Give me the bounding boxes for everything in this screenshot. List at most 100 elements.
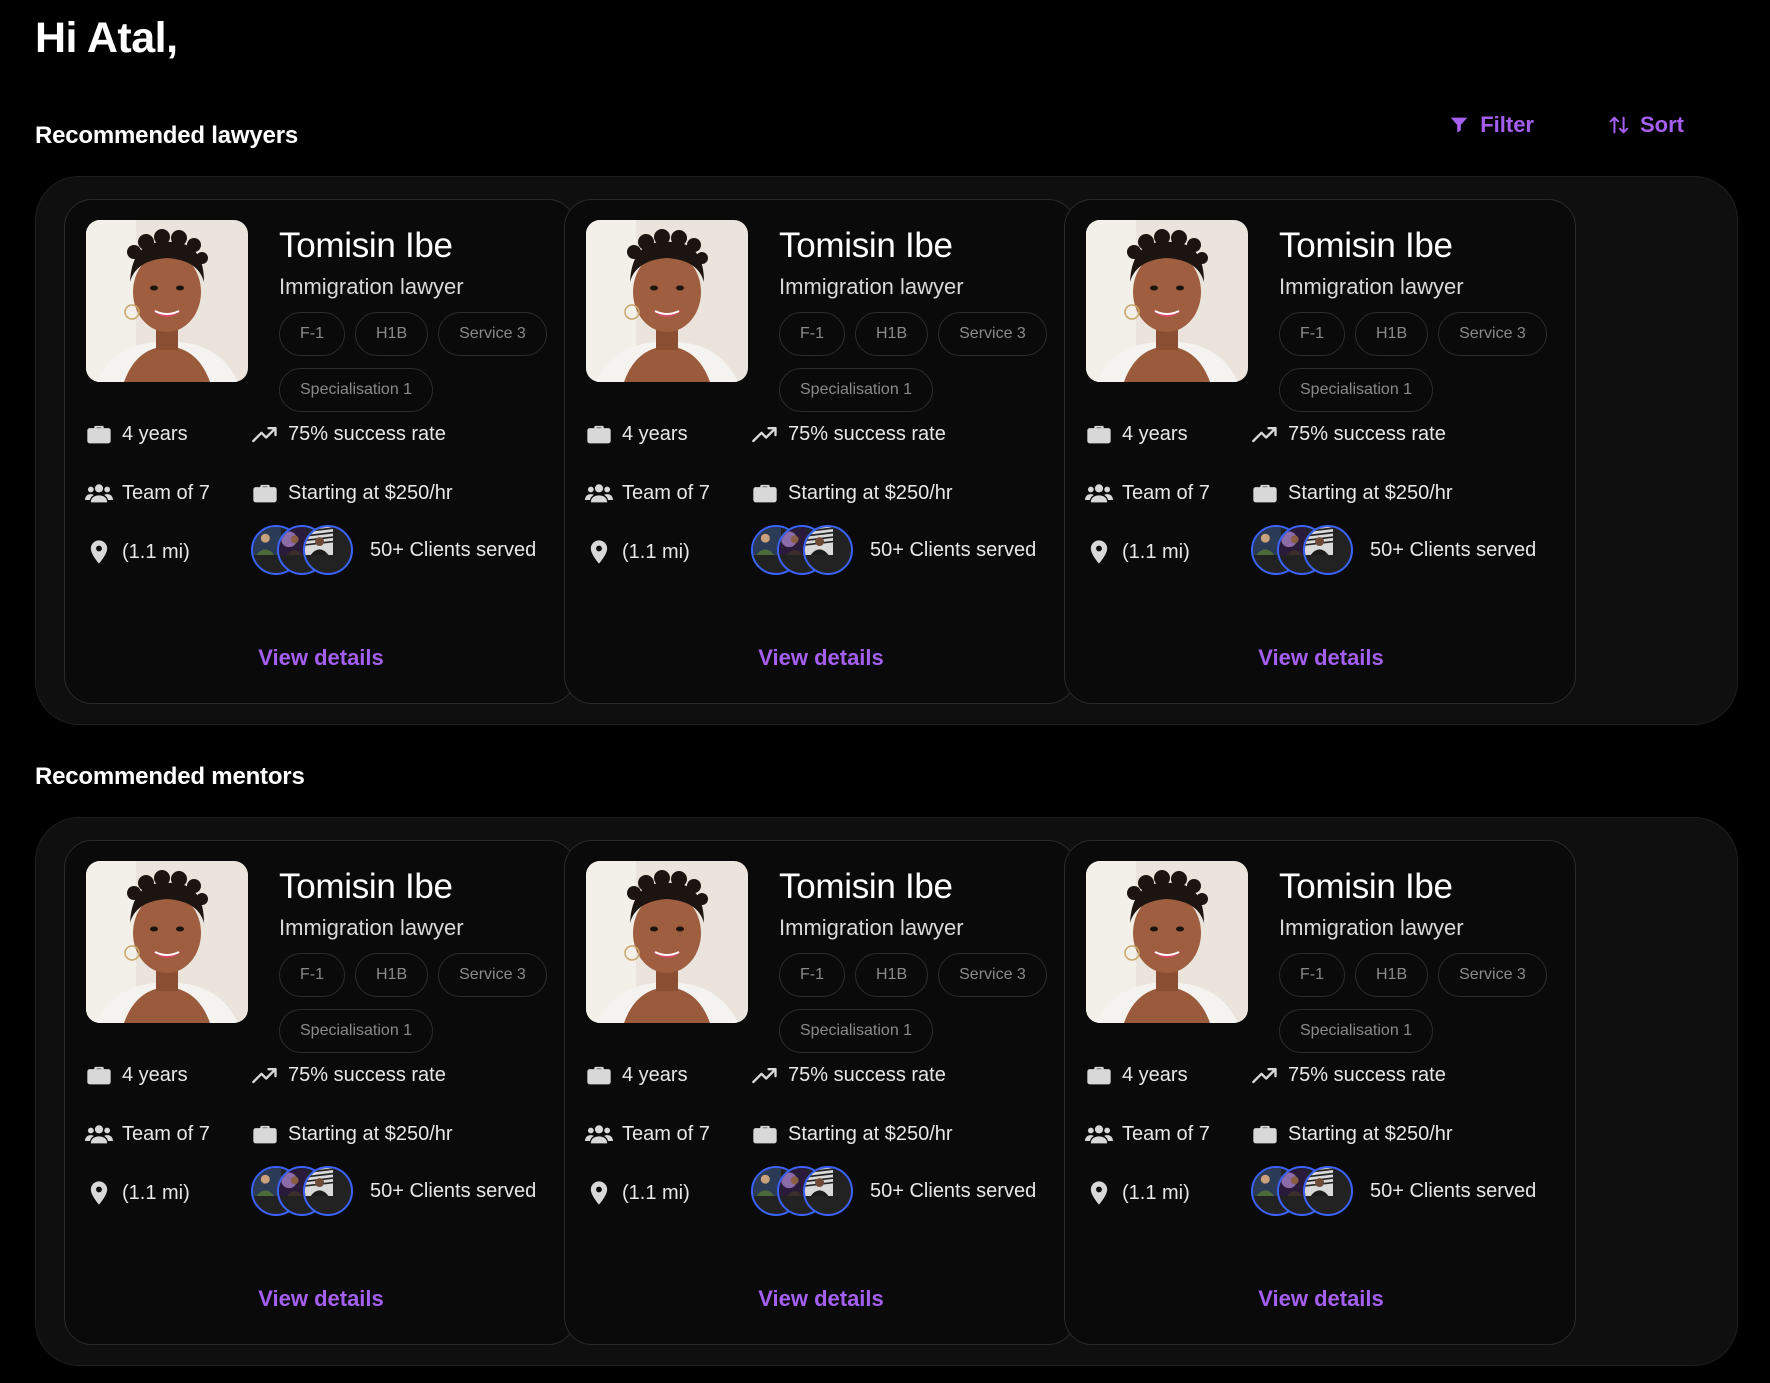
price-stat: Starting at $250/hr [751, 1120, 953, 1148]
section-title-lawyers: Recommended lawyers [35, 122, 298, 149]
filter-button[interactable]: Filter [1448, 112, 1534, 138]
price-stat: Starting at $250/hr [751, 479, 953, 507]
team-text: Team of 7 [622, 1122, 710, 1145]
success-rate-text: 75% success rate [288, 1063, 446, 1086]
profile-photo [1086, 861, 1248, 1023]
distance-text: (1.1 mi) [622, 540, 690, 563]
clients-text: 50+ Clients served [370, 538, 537, 561]
tag-chip: H1B [1355, 312, 1429, 356]
team-stat: Team of 7 [585, 479, 710, 507]
success-rate-stat: 75% success rate [751, 1061, 946, 1089]
clients-stat: 50+ Clients served [251, 525, 536, 575]
view-details-button[interactable]: View details [65, 1286, 577, 1312]
client-avatars [751, 1166, 853, 1216]
experience-stat: 4 years [1085, 1061, 1188, 1089]
section-title-mentors: Recommended mentors [35, 763, 305, 790]
team-stat: Team of 7 [85, 1120, 210, 1148]
team-stat: Team of 7 [1085, 1120, 1210, 1148]
team-text: Team of 7 [622, 481, 710, 504]
client-avatar [1303, 525, 1353, 575]
team-icon [85, 484, 113, 503]
view-details-button[interactable]: View details [1065, 645, 1577, 671]
tag-chip: Service 3 [1438, 953, 1547, 997]
clients-text: 50+ Clients served [1370, 538, 1537, 561]
distance-stat: (1.1 mi) [585, 538, 690, 566]
distance-text: (1.1 mi) [1122, 1181, 1190, 1204]
experience-text: 4 years [622, 1063, 688, 1086]
client-avatars [1251, 1166, 1353, 1216]
profile-name: Tomisin Ibe [279, 226, 453, 265]
briefcase-icon [1253, 484, 1277, 503]
client-avatar [1303, 1166, 1353, 1216]
profile-photo [586, 861, 748, 1023]
tag-list: F-1 H1B Service 3 Specialisation 1 [1279, 312, 1569, 412]
briefcase-icon [1087, 1066, 1111, 1085]
location-pin-icon [590, 540, 608, 564]
clients-text: 50+ Clients served [870, 1179, 1037, 1202]
tag-chip: Service 3 [438, 312, 547, 356]
distance-text: (1.1 mi) [622, 1181, 690, 1204]
price-text: Starting at $250/hr [1288, 481, 1453, 504]
briefcase-icon [253, 1125, 277, 1144]
profile-card[interactable]: Tomisin Ibe Immigration lawyer F-1 H1B S… [564, 840, 1076, 1345]
profile-card[interactable]: Tomisin Ibe Immigration lawyer F-1 H1B S… [64, 199, 576, 704]
view-details-button[interactable]: View details [65, 645, 577, 671]
tag-chip: Specialisation 1 [279, 368, 434, 412]
client-avatars [751, 525, 853, 575]
price-text: Starting at $250/hr [288, 1122, 453, 1145]
profile-role: Immigration lawyer [779, 915, 964, 940]
tag-chip: Specialisation 1 [279, 1009, 434, 1053]
tag-chip: F-1 [779, 953, 845, 997]
tag-chip: Service 3 [438, 953, 547, 997]
price-text: Starting at $250/hr [288, 481, 453, 504]
tag-chip: Service 3 [1438, 312, 1547, 356]
success-rate-text: 75% success rate [288, 422, 446, 445]
profile-card[interactable]: Tomisin Ibe Immigration lawyer F-1 H1B S… [64, 840, 576, 1345]
clients-text: 50+ Clients served [370, 1179, 537, 1202]
distance-stat: (1.1 mi) [1085, 1179, 1190, 1207]
tag-chip: H1B [855, 953, 929, 997]
briefcase-icon [87, 1066, 111, 1085]
sort-button[interactable]: Sort [1608, 112, 1684, 138]
distance-stat: (1.1 mi) [85, 1179, 190, 1207]
tag-chip: Specialisation 1 [1279, 368, 1434, 412]
toolbar: Filter Sort [1448, 112, 1684, 138]
success-rate-text: 75% success rate [1288, 1063, 1446, 1086]
briefcase-icon [87, 425, 111, 444]
profile-photo [1086, 220, 1248, 382]
success-rate-text: 75% success rate [1288, 422, 1446, 445]
view-details-button[interactable]: View details [565, 645, 1077, 671]
client-avatars [1251, 525, 1353, 575]
tag-chip: Specialisation 1 [779, 368, 934, 412]
client-avatars [251, 525, 353, 575]
client-avatar [803, 1166, 853, 1216]
location-pin-icon [90, 1181, 108, 1205]
lawyers-panel: Tomisin Ibe Immigration lawyer F-1 H1B S… [35, 176, 1738, 725]
view-details-button[interactable]: View details [565, 1286, 1077, 1312]
trending-up-icon [1252, 427, 1277, 443]
client-avatars [251, 1166, 353, 1216]
team-text: Team of 7 [1122, 481, 1210, 504]
tag-chip: H1B [355, 953, 429, 997]
profile-card[interactable]: Tomisin Ibe Immigration lawyer F-1 H1B S… [564, 199, 1076, 704]
experience-stat: 4 years [85, 420, 188, 448]
success-rate-text: 75% success rate [788, 422, 946, 445]
greeting-heading: Hi Atal, [35, 14, 178, 62]
profile-card[interactable]: Tomisin Ibe Immigration lawyer F-1 H1B S… [1064, 199, 1576, 704]
trending-up-icon [1252, 1068, 1277, 1084]
distance-text: (1.1 mi) [122, 540, 190, 563]
tag-chip: F-1 [779, 312, 845, 356]
briefcase-icon [753, 484, 777, 503]
experience-text: 4 years [1122, 422, 1188, 445]
tag-chip: F-1 [279, 953, 345, 997]
tag-chip: Service 3 [938, 312, 1047, 356]
view-details-button[interactable]: View details [1065, 1286, 1577, 1312]
team-icon [1085, 484, 1113, 503]
experience-text: 4 years [122, 1063, 188, 1086]
profile-role: Immigration lawyer [1279, 915, 1464, 940]
briefcase-icon [587, 425, 611, 444]
profile-name: Tomisin Ibe [1279, 226, 1453, 265]
mentors-panel: Tomisin Ibe Immigration lawyer F-1 H1B S… [35, 817, 1738, 1366]
price-text: Starting at $250/hr [788, 481, 953, 504]
profile-card[interactable]: Tomisin Ibe Immigration lawyer F-1 H1B S… [1064, 840, 1576, 1345]
